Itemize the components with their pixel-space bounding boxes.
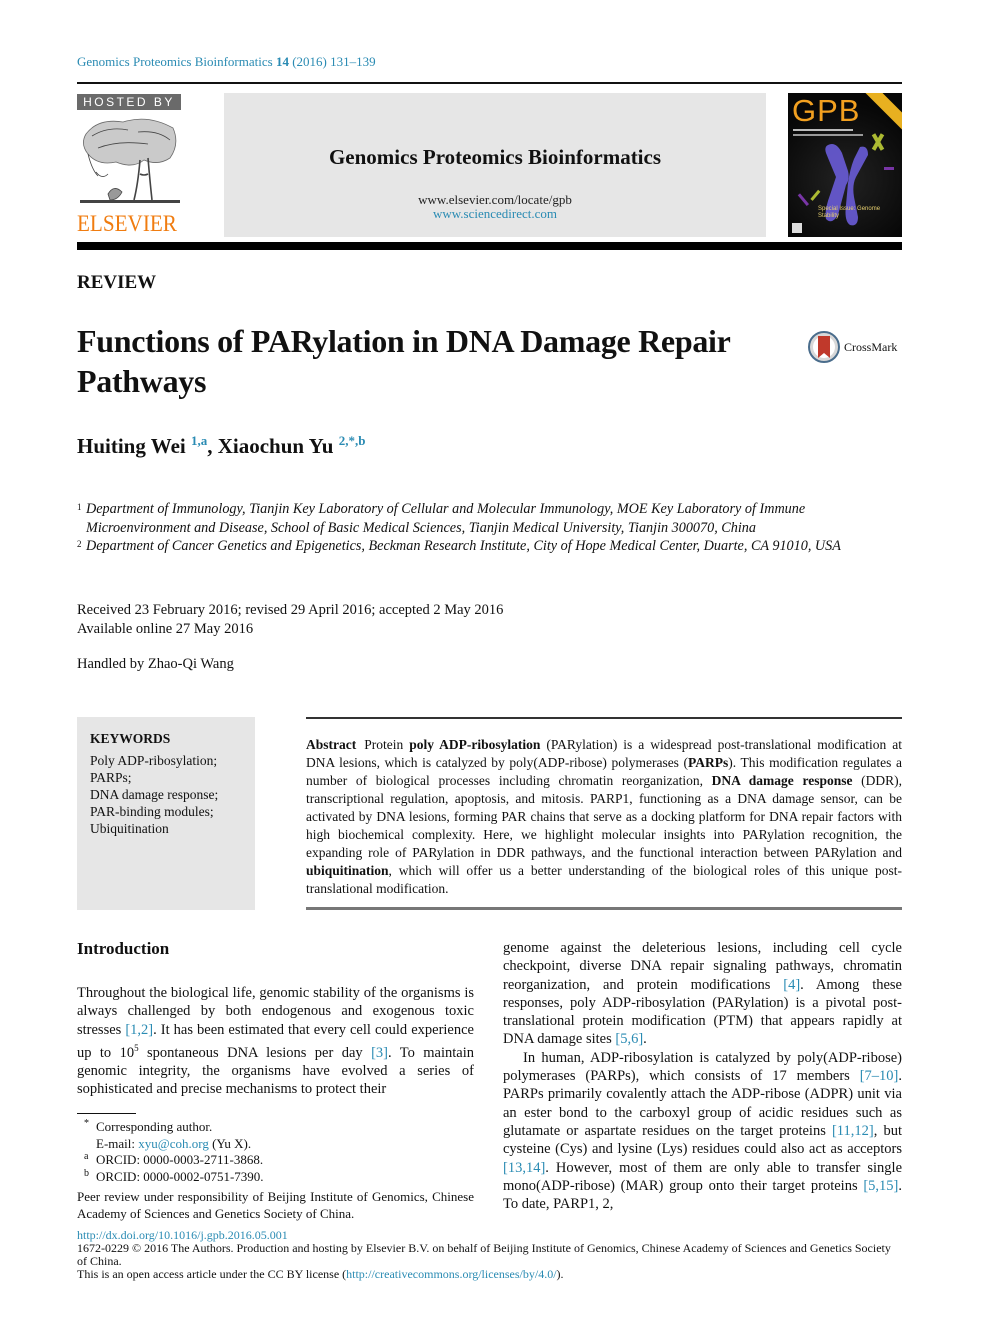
reference-link[interactable]: [4] [783,977,800,993]
introduction-heading: Introduction [77,939,170,958]
abstract-section: Abstract Protein poly ADP-ribosylation (P… [306,717,902,910]
abstract-text-run: Protein [364,737,410,752]
affiliation-item: 1 Department of Immunology, Tianjin Key … [77,500,907,537]
banner-journal-title: Genomics Proteomics Bioinformatics [328,145,662,169]
keywords-box: KEYWORDS Poly ADP-ribosylation; PARPs; D… [77,717,255,910]
article-type: REVIEW [77,272,157,293]
reference-link[interactable]: [7–10] [860,1068,899,1084]
corresponding-author-label: Corresponding author. [96,1119,213,1134]
author-separator: , [207,434,218,458]
citation-journal: Genomics Proteomics Bioinformatics [77,54,273,69]
copyright-notice: 1672-0229 © 2016 The Authors. Production… [77,1241,891,1268]
received-dates: Received 23 February 2016; revised 29 Ap… [77,602,504,618]
affiliation-item: 2 Department of Cancer Genetics and Epig… [77,537,907,556]
affiliation-text: Department of Immunology, Tianjin Key La… [86,501,806,536]
intro-paragraph: genome against the deleterious lesions, … [503,939,902,1049]
abstract-keyterm: poly ADP-ribosylation [409,737,541,752]
keywords-heading: KEYWORDS [90,731,171,746]
footnote-email: E-mail: xyu@coh.org (Yu X). [77,1136,474,1153]
body-text-run: . However, most of them are only able to… [503,1159,902,1194]
journal-cover-image[interactable]: GPB Special Issue: Genome Stability [788,93,902,237]
author-name[interactable]: Xiaochun Yu [218,434,334,458]
abstract-label: Abstract [306,737,357,752]
crossmark-label: CrossMark [844,339,898,354]
journal-banner: Genomics Proteomics Bioinformatics www.e… [224,93,766,237]
abstract-body: Protein poly ADP-ribosylation (PARylatio… [306,737,902,896]
reference-link[interactable]: [5,6] [615,1031,643,1047]
reference-link[interactable]: [1,2] [125,1022,153,1038]
footnote-orcid-b: b ORCID: 0000-0002-0751-7390. [77,1167,474,1186]
handling-editor: Handled by Zhao-Qi Wang [77,656,234,672]
top-rule [77,82,902,84]
license-link[interactable]: http://creativecommons.org/licenses/by/4… [346,1267,556,1281]
cover-special-issue: Special Issue: Genome Stability [818,206,881,219]
keyword-item: Ubiquitination [90,821,169,836]
author-affiliation-marks[interactable]: 1,a [191,433,207,448]
body-text-run: . [643,1031,647,1048]
footnote-mark: * [84,1118,89,1129]
license-prefix: This is an open access article under the… [77,1267,347,1281]
reference-link[interactable]: [13,14] [503,1160,545,1176]
cover-qr-code [792,223,802,233]
article-title: Functions of PARylation in DNA Damage Re… [77,323,730,399]
affiliation-number: 1 [77,502,82,512]
footnote-orcid-a: a ORCID: 0000-0003-2711-3868. [77,1151,474,1169]
email-suffix: (Yu X). [208,1135,252,1151]
citation-volume: 14 [275,54,289,69]
masthead-rule [77,242,902,250]
author-name[interactable]: Huiting Wei [77,434,186,458]
abstract-keyterm: ubiquitination [306,863,389,878]
abstract-keyterm: DNA damage response [711,773,853,788]
body-text-run: In human, ADP-ribosylation is catalyzed … [503,1049,902,1085]
intro-paragraph: In human, ADP-ribosylation is catalyzed … [503,1049,902,1214]
abstract-text-run: , which will offer us a better understan… [306,863,902,896]
affiliation-number: 2 [77,539,82,549]
available-online-date: Available online 27 May 2016 [77,620,254,637]
orcid-text: ORCID: 0000-0002-0751-7390. [96,1168,264,1184]
citation-year-pages: (2016) 131–139 [292,54,376,69]
doi-link[interactable]: http://dx.doi.org/10.1016/j.gpb.2016.05.… [77,1228,288,1242]
intro-paragraph: Throughout the biological life, genomic … [77,984,474,1099]
crossmark-button[interactable]: CrossMark [808,331,897,363]
elsevier-wordmark: ELSEVIER [77,211,177,236]
footnote-mark: b [84,1167,89,1179]
peer-review-note: Peer review under responsibility of Beij… [77,1189,474,1221]
affiliations: 1 Department of Immunology, Tianjin Key … [77,500,907,556]
reference-link[interactable]: [5,15] [863,1178,898,1194]
license-suffix: ). [556,1267,564,1281]
orcid-text: ORCID: 0000-0003-2711-3868. [96,1152,264,1167]
keyword-item: DNA damage response; [90,787,219,802]
license-notice: This is an open access article under the… [77,1268,902,1281]
abstract-keyterm: PARPs [688,755,729,770]
body-text-run: spontaneous DNA lesions per day [138,1044,372,1061]
author-affiliation-marks[interactable]: 2,*,b [339,433,366,448]
reference-link[interactable]: [11,12] [832,1123,874,1139]
body-column-right: genome against the deleterious lesions, … [503,939,902,1213]
crossmark-icon [808,331,840,363]
affiliation-text: Department of Cancer Genetics and Epigen… [86,538,841,554]
footnote-corresponding: * Corresponding author. [77,1118,474,1136]
keyword-item: PAR-binding modules; [90,804,214,819]
journal-citation[interactable]: Genomics Proteomics Bioinformatics 14 (2… [77,54,376,70]
keyword-item: PARPs; [90,770,132,785]
email-link[interactable]: xyu@coh.org [138,1136,209,1151]
sciencedirect-link[interactable]: www.sciencedirect.com [224,206,766,222]
hosted-by-label: HOSTED BY [77,94,181,110]
page-footer: http://dx.doi.org/10.1016/j.gpb.2016.05.… [77,1229,902,1281]
elsevier-tree-logo-icon [80,118,180,203]
abstract-text: Abstract Protein poly ADP-ribosylation (P… [306,736,902,898]
article-history: Received 23 February 2016; revised 29 Ap… [77,601,503,638]
email-label: E-mail: [96,1135,139,1151]
reference-link[interactable]: [3] [371,1045,388,1061]
body-column-left: Throughout the biological life, genomic … [77,984,474,1099]
footnote-mark: a [84,1151,89,1162]
keyword-item: Poly ADP-ribosylation; [90,753,218,768]
author-list: Huiting Wei 1,a, Xiaochun Yu 2,*,b [77,433,365,459]
footnote-rule [77,1113,136,1114]
footnotes: * Corresponding author. E-mail: xyu@coh.… [77,1118,474,1222]
